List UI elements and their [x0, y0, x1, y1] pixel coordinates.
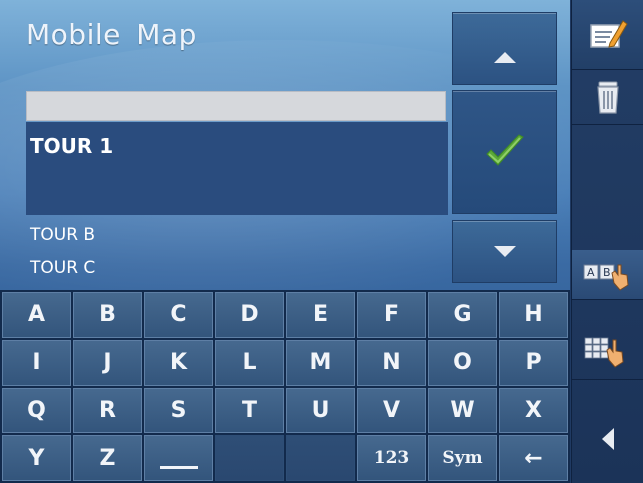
numeric-grid-button[interactable]: [572, 320, 643, 380]
key-s[interactable]: S: [144, 387, 213, 434]
key-n[interactable]: N: [357, 339, 426, 386]
key-z[interactable]: Z: [73, 435, 142, 481]
key-v[interactable]: V: [357, 387, 426, 434]
checkmark-icon: [485, 134, 524, 166]
key-f[interactable]: F: [357, 292, 426, 338]
key-l[interactable]: L: [215, 339, 284, 386]
svg-text:A: A: [587, 266, 595, 279]
app-title: Mobile Map: [26, 18, 197, 51]
key-j[interactable]: J: [73, 339, 142, 386]
edit-note-icon: [590, 19, 628, 48]
key-space[interactable]: [144, 435, 213, 481]
key-t[interactable]: T: [215, 387, 284, 434]
sidebar: A B: [571, 0, 643, 483]
space-icon: [159, 465, 198, 469]
list-item[interactable]: TOUR B: [30, 225, 95, 245]
key-c[interactable]: C: [144, 292, 213, 338]
ab-keyboard-mode-icon: A B: [583, 264, 629, 291]
key-q[interactable]: Q: [2, 387, 71, 434]
scroll-down-button[interactable]: [452, 220, 557, 283]
key-e[interactable]: E: [286, 292, 355, 338]
key-m[interactable]: M: [286, 339, 355, 386]
on-screen-keyboard: A B C D E F G H I J K L M N O P Q R S T …: [0, 290, 570, 483]
edit-button[interactable]: [572, 0, 643, 70]
svg-text:B: B: [603, 266, 611, 279]
list-item[interactable]: TOUR C: [30, 258, 95, 278]
key-o[interactable]: O: [428, 339, 497, 386]
key-b[interactable]: B: [73, 292, 142, 338]
confirm-button[interactable]: [452, 90, 557, 214]
back-button[interactable]: [572, 395, 643, 483]
key-h[interactable]: H: [499, 292, 568, 338]
key-k[interactable]: K: [144, 339, 213, 386]
key-w[interactable]: W: [428, 387, 497, 434]
list-item-selected[interactable]: TOUR 1: [26, 122, 448, 215]
numeric-grid-mode-icon: [584, 337, 624, 368]
key-backspace[interactable]: ←: [499, 435, 568, 481]
key-r[interactable]: R: [73, 387, 142, 434]
key-x[interactable]: X: [499, 387, 568, 434]
delete-button[interactable]: [572, 70, 643, 125]
key-symbols[interactable]: Sym: [428, 435, 497, 481]
key-g[interactable]: G: [428, 292, 497, 338]
scroll-up-button[interactable]: [452, 12, 557, 85]
key-a[interactable]: A: [2, 292, 71, 338]
key-numeric[interactable]: 123: [357, 435, 426, 481]
main-panel: Mobile Map TOUR 1 TOUR B TOUR C A B C D …: [0, 0, 570, 483]
key-d[interactable]: D: [215, 292, 284, 338]
key-blank: [215, 435, 284, 481]
key-i[interactable]: I: [2, 339, 71, 386]
back-arrow-icon: [602, 428, 614, 450]
search-input[interactable]: [26, 91, 446, 121]
list-item-label: TOUR 1: [30, 134, 114, 158]
triangle-up-icon: [493, 52, 516, 63]
key-u[interactable]: U: [286, 387, 355, 434]
key-y[interactable]: Y: [2, 435, 71, 481]
ab-keyboard-button[interactable]: A B: [572, 250, 643, 300]
triangle-down-icon: [493, 246, 516, 257]
key-p[interactable]: P: [499, 339, 568, 386]
trash-icon: [597, 81, 619, 114]
key-blank: [286, 435, 355, 481]
